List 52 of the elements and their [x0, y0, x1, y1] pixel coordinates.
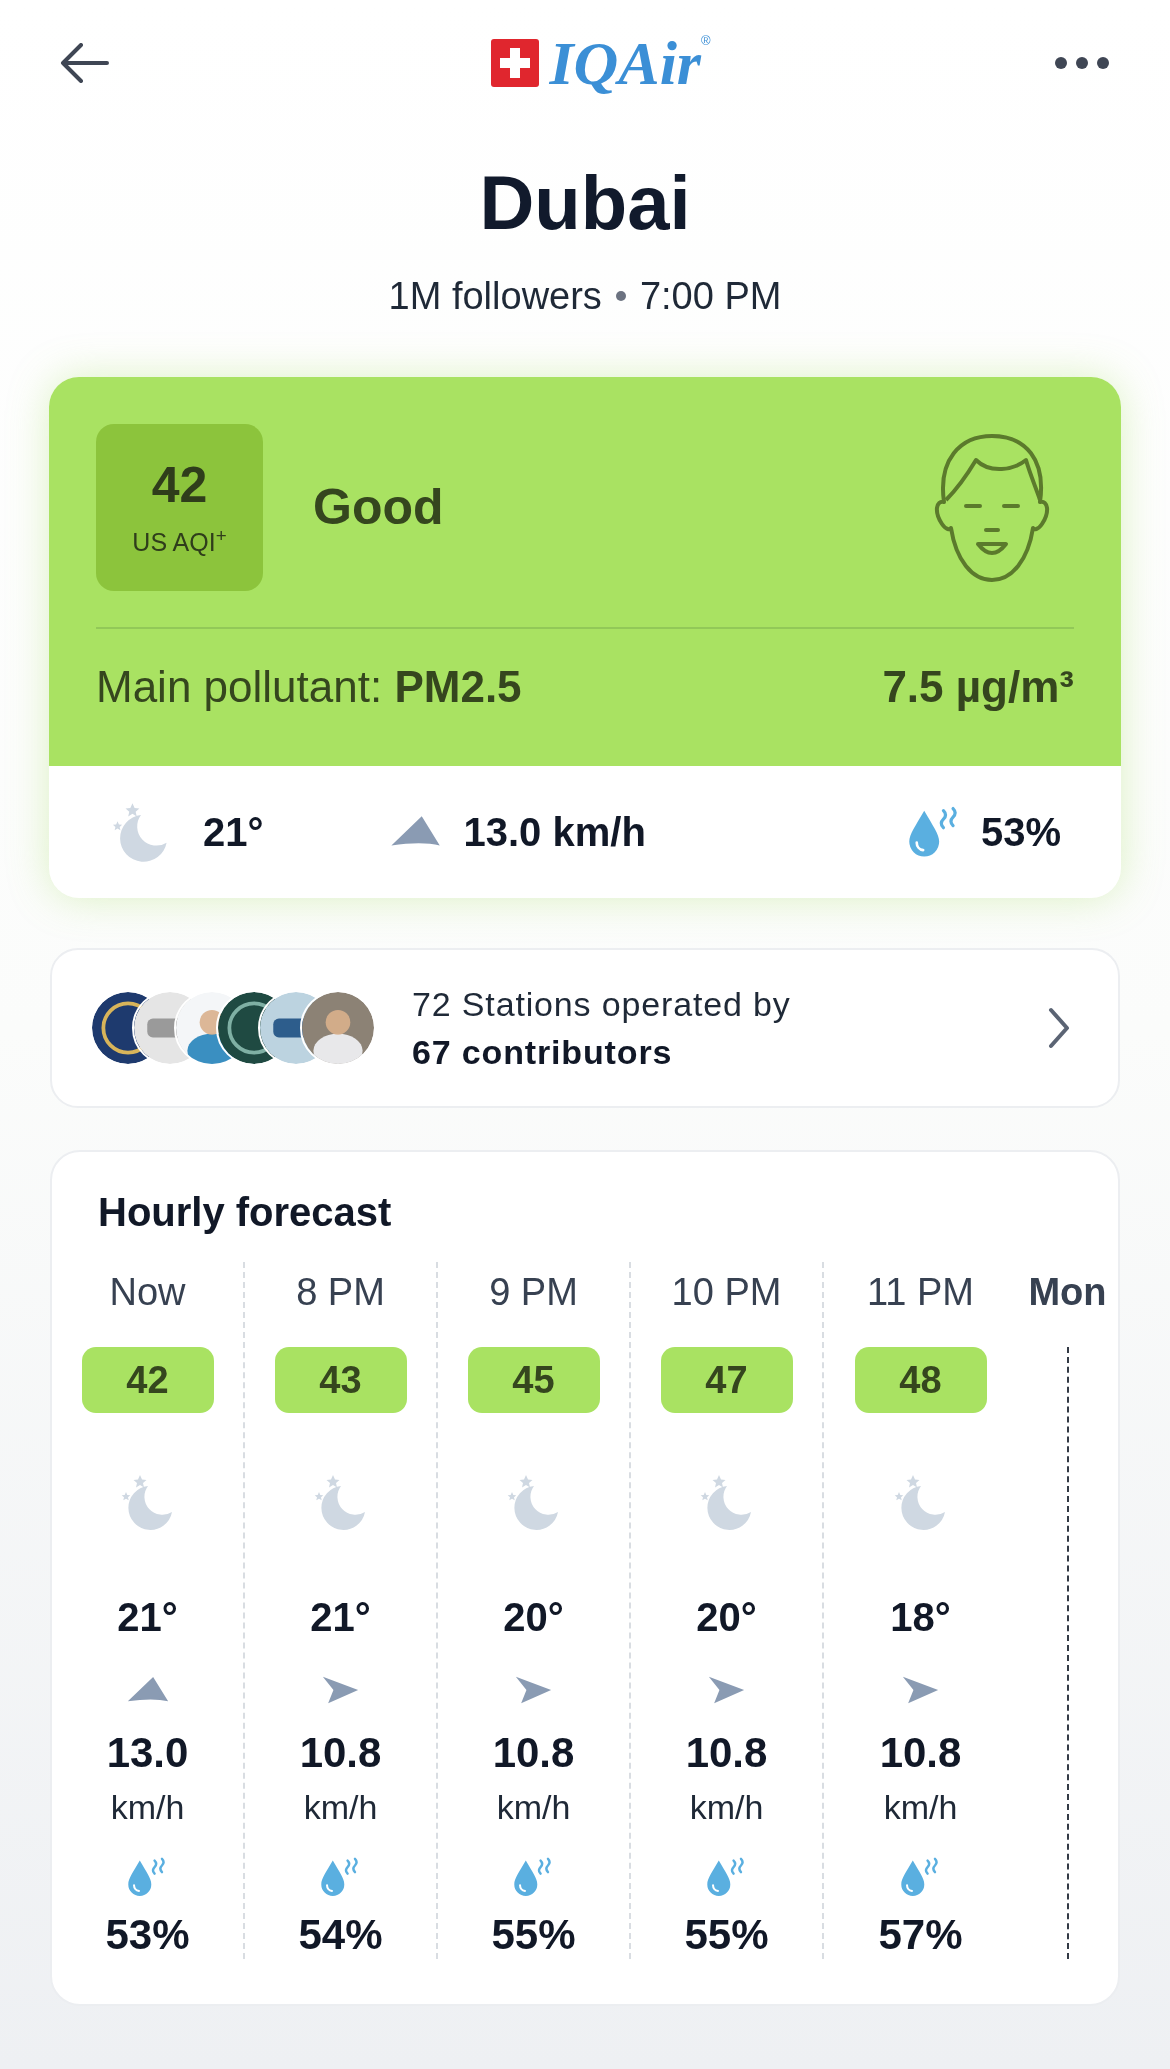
hourly-wind-speed: 13.0 [106, 1727, 189, 1777]
contributors-count: 67 contributors [412, 1032, 674, 1073]
hourly-temperature: 18° [890, 1594, 951, 1641]
hourly-temperature: 21° [310, 1594, 371, 1641]
more-dots-icon [1054, 55, 1110, 70]
humidity: 53% [980, 809, 1061, 856]
hourly-forecast-title: Hourly forecast [98, 1192, 393, 1232]
city-name: Dubai [479, 165, 691, 241]
hour-label: 11 PM [867, 1269, 974, 1315]
hourly-humidity: 57% [878, 1909, 963, 1959]
aqi-status: Good [313, 478, 444, 537]
hour-label: 10 PM [671, 1269, 782, 1315]
hourly-aqi: 42 [81, 1347, 214, 1413]
wind-unit: km/h [110, 1787, 185, 1827]
wind-unit: km/h [496, 1787, 571, 1827]
wind-unit: km/h [883, 1787, 958, 1827]
aqi-unit: US AQI$^{+}$ [132, 530, 227, 555]
stations-card[interactable]: 72 Stations operated by 67 contributors [50, 948, 1120, 1108]
wind-unit: km/h [303, 1787, 378, 1827]
registered-mark: ® [701, 33, 711, 47]
back-arrow-icon [59, 42, 109, 83]
hour-label: 9 PM [489, 1269, 578, 1315]
wind-unit: km/h [689, 1787, 764, 1827]
hourly-temperature: 21° [117, 1594, 178, 1641]
main-pollutant: Main pollutant: PM2.5 [96, 661, 522, 713]
stations-count: 72 Stations operated by [412, 983, 791, 1025]
hourly-aqi: 45 [467, 1347, 600, 1413]
hour-label: Now [109, 1269, 186, 1315]
followers-count: 1M followers [388, 277, 602, 315]
hourly-temperature: 20° [696, 1594, 757, 1641]
hourly-wind-speed: 10.8 [685, 1727, 768, 1777]
pollutant-concentration: 7.5 µg/m³ [882, 661, 1074, 713]
hourly-humidity: 55% [491, 1909, 576, 1959]
logo-text: IQAir [549, 31, 701, 94]
hourly-aqi: 47 [660, 1347, 793, 1413]
chevron-right-icon [1048, 1007, 1070, 1049]
update-time: 7:00 PM [639, 277, 782, 315]
hourly-aqi: 43 [274, 1347, 407, 1413]
swiss-cross-icon [491, 38, 540, 87]
hourly-wind-speed: 10.8 [879, 1727, 962, 1777]
temperature: 21° [203, 809, 264, 856]
day-label: Mon [1028, 1269, 1107, 1315]
aqi-value: 42 [151, 460, 208, 510]
hourly-aqi: 48 [854, 1347, 987, 1413]
wind-speed: 13.0 km/h [463, 809, 646, 856]
hourly-wind-speed: 10.8 [492, 1727, 575, 1777]
hourly-humidity: 55% [684, 1909, 769, 1959]
hourly-temperature: 20° [503, 1594, 564, 1641]
hourly-humidity: 53% [105, 1909, 190, 1959]
hourly-wind-speed: 10.8 [299, 1727, 382, 1777]
hourly-humidity: 54% [298, 1909, 383, 1959]
hour-label: 8 PM [296, 1269, 385, 1315]
